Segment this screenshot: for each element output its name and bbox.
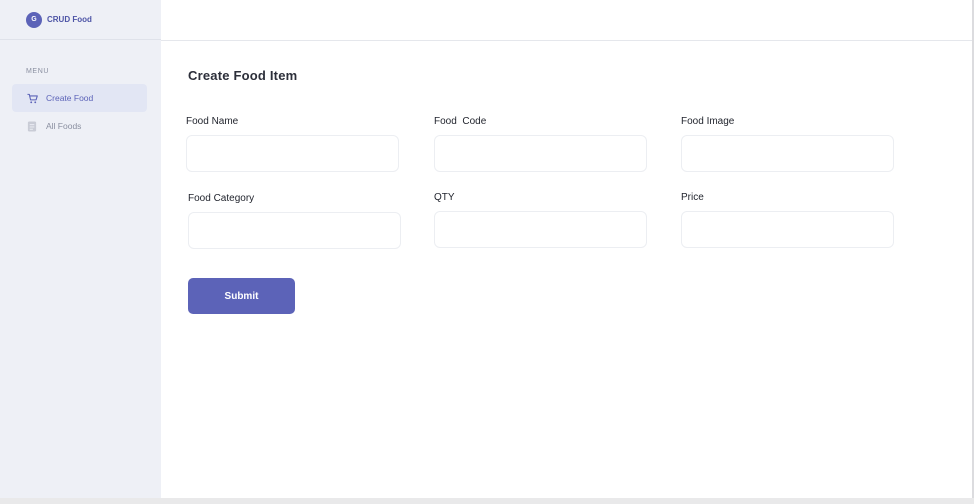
food-category-label: Food Category [188, 193, 255, 204]
food-code-label: Food Code [434, 116, 487, 127]
menu-section-label: MENU [26, 68, 50, 75]
sidebar-item-label: All Foods [46, 121, 82, 131]
food-image-label: Food Image [681, 116, 735, 127]
submit-button[interactable]: Submit [188, 278, 295, 314]
food-image-input[interactable] [681, 135, 894, 172]
food-name-label: Food Name [186, 116, 239, 127]
cart-icon [26, 92, 38, 104]
top-bar [161, 0, 974, 41]
main-content: Create Food Item Food Name Food Code Foo… [161, 41, 972, 498]
price-input[interactable] [681, 211, 894, 248]
brand-name: CRUD Food [47, 15, 92, 24]
logo-icon: G [26, 11, 42, 28]
food-name-input[interactable] [186, 135, 399, 172]
qty-label: QTY [434, 192, 455, 203]
price-label: Price [681, 192, 704, 203]
sidebar-item-create-food[interactable]: Create Food [12, 84, 147, 112]
food-category-input[interactable] [188, 212, 401, 249]
brand[interactable]: G CRUD Food [0, 0, 161, 40]
page-title: Create Food Item [188, 68, 298, 83]
sidebar-item-all-foods[interactable]: All Foods [12, 112, 147, 140]
sidebar: G CRUD Food MENU Create Food All Foods [0, 0, 161, 498]
food-code-input[interactable] [434, 135, 647, 172]
sidebar-item-label: Create Food [46, 93, 94, 103]
document-icon [26, 120, 38, 132]
qty-input[interactable] [434, 211, 647, 248]
